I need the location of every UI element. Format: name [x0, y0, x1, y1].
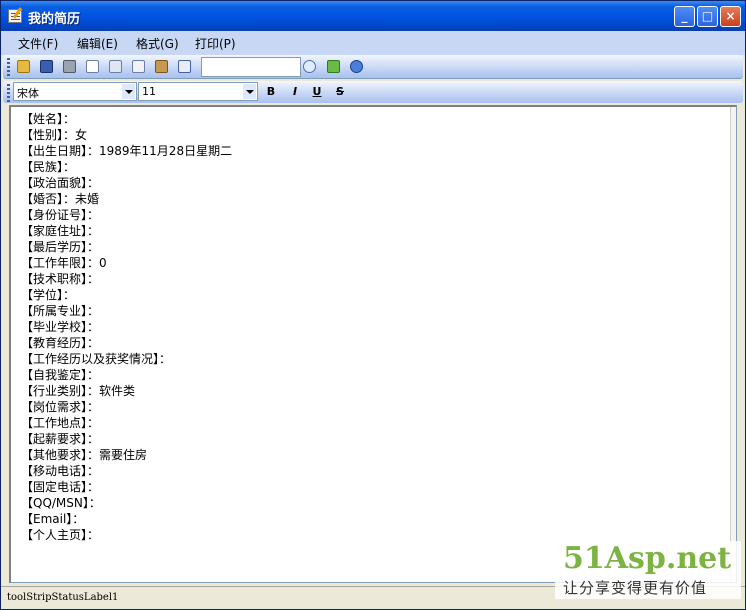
resume-line: 【最后学历】： [21, 240, 100, 254]
undo-icon[interactable] [176, 58, 193, 75]
watermark-slogan: 让分享变得更有价值 [563, 579, 708, 597]
print-icon[interactable] [61, 58, 78, 75]
resume-line: 【Email】： [21, 512, 85, 526]
maximize-button[interactable]: □ [697, 6, 718, 27]
resume-line: 【家庭住址】： [21, 224, 100, 238]
resume-line: 【岗位需求】： [21, 400, 100, 414]
format-toolbar: 宋体 11 B I U S [3, 81, 743, 103]
menu-print[interactable]: 打印(P) [195, 35, 236, 52]
menu-format[interactable]: 格式(G) [136, 35, 179, 52]
save-icon[interactable] [38, 58, 55, 75]
chevron-down-icon[interactable] [243, 84, 256, 99]
font-name-select[interactable]: 宋体 [13, 82, 137, 101]
scrollbar[interactable] [730, 107, 736, 582]
resume-line: 【教育经历】： [21, 336, 100, 350]
find-icon[interactable] [301, 58, 318, 75]
title-bar[interactable]: 我的简历 _ □ × [1, 1, 745, 31]
resume-line: 【自我鉴定】： [21, 368, 100, 382]
main-window: 我的简历 _ □ × 文件(F) 编辑(E) 格式(G) 打印(P) 宋体 11 [0, 0, 746, 610]
watermark-title: 51Asp.net [563, 541, 732, 576]
resume-line: 【婚否】：未婚 [21, 192, 100, 206]
resume-line: 【QQ/MSN】： [21, 496, 101, 510]
resume-line: 【所属专业】： [21, 304, 100, 318]
resume-line: 【毕业学校】： [21, 320, 100, 334]
strikethrough-button[interactable]: S [332, 84, 348, 100]
resume-line: 【出生日期】：1989年11月28日星期二 [21, 144, 233, 158]
resume-line: 【移动电话】： [21, 464, 100, 478]
minimize-button[interactable]: _ [674, 6, 695, 27]
open-icon[interactable] [15, 58, 32, 75]
resume-line: 【性别】：女 [21, 128, 88, 142]
resume-line: 【起薪要求】： [21, 432, 100, 446]
font-name-value: 宋体 [17, 87, 39, 100]
underline-button[interactable]: U [309, 84, 325, 100]
resume-line: 【固定电话】： [21, 480, 100, 494]
info-icon[interactable] [348, 58, 365, 75]
paste-icon[interactable] [153, 58, 170, 75]
resume-line: 【个人主页】： [21, 528, 100, 542]
resume-line: 【民族】： [21, 160, 76, 174]
cut-icon[interactable] [107, 58, 124, 75]
italic-button[interactable]: I [287, 84, 303, 100]
bold-button[interactable]: B [263, 84, 279, 100]
resume-text-editor[interactable]: 【姓名】： 【性别】：女【出生日期】：1989年11月28日星期二 【民族】： 【政治… [9, 105, 737, 583]
menu-file[interactable]: 文件(F) [18, 35, 58, 52]
watermark: 51Asp.net 让分享变得更有价值 [555, 541, 741, 599]
toolbar-grip[interactable] [7, 58, 10, 76]
menu-edit[interactable]: 编辑(E) [77, 35, 118, 52]
resume-line: 【其他要求】：需要住房 [21, 448, 148, 462]
toolbar-search-input[interactable] [201, 57, 301, 77]
font-size-value: 11 [142, 85, 156, 98]
preview-icon[interactable] [84, 58, 101, 75]
copy-icon[interactable] [130, 58, 147, 75]
window-title: 我的简历 [28, 12, 81, 27]
resume-line: 【政治面貌】： [21, 176, 100, 190]
menu-bar: 文件(F) 编辑(E) 格式(G) 打印(P) [1, 31, 745, 55]
resume-line: 【学位】： [21, 288, 76, 302]
resume-line: 【行业类别】：软件类 [21, 384, 136, 398]
standard-toolbar [3, 55, 743, 79]
resume-content: 【姓名】： 【性别】：女【出生日期】：1989年11月28日星期二 【民族】： 【政治… [21, 111, 232, 543]
formatbar-grip[interactable] [7, 84, 10, 102]
resume-line: 【工作地点】： [21, 416, 100, 430]
resume-line: 【工作经历以及获奖情况】： [21, 352, 172, 366]
notepad-icon [8, 9, 22, 23]
resume-line: 【身份证号】： [21, 208, 100, 222]
status-label: toolStripStatusLabel1 [7, 592, 119, 603]
resume-line: 【工作年限】：0 [21, 256, 107, 270]
resume-line: 【技术职称】： [21, 272, 100, 286]
export-icon[interactable] [325, 58, 342, 75]
close-button[interactable]: × [720, 6, 741, 27]
resume-line: 【姓名】： [21, 112, 76, 126]
chevron-down-icon[interactable] [122, 84, 135, 99]
font-size-select[interactable]: 11 [138, 82, 258, 101]
